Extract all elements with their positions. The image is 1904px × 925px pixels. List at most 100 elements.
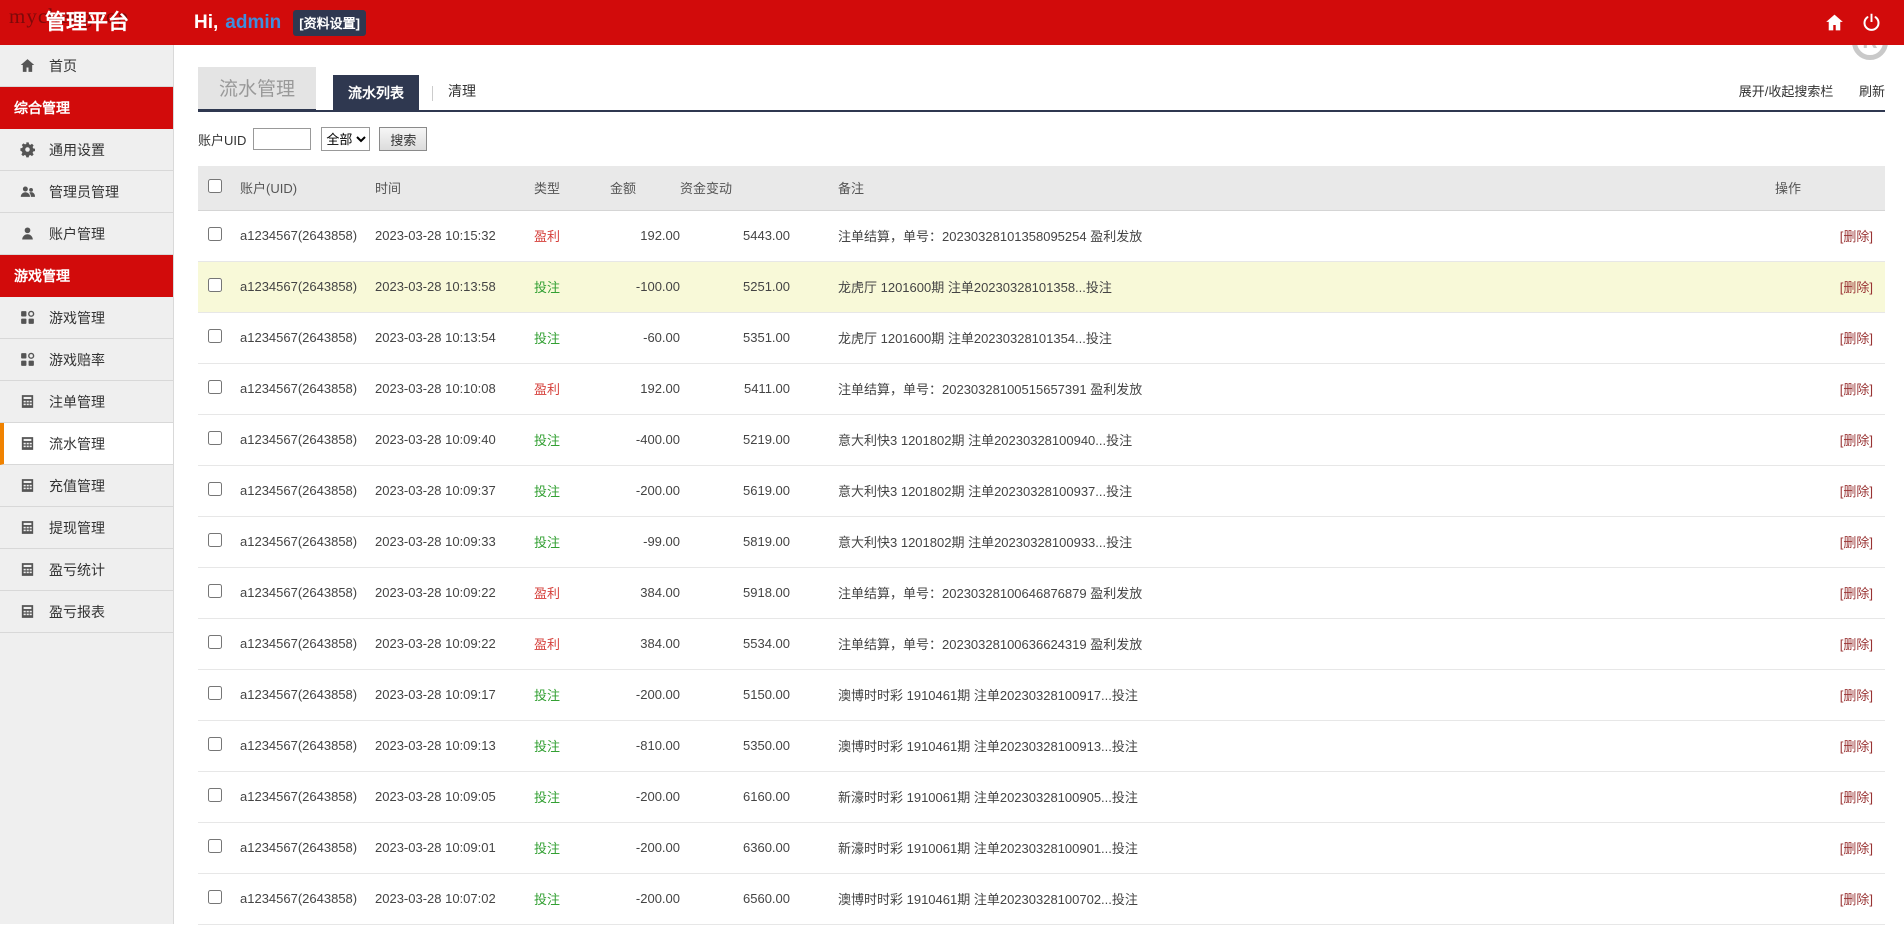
sidebar-item[interactable]: 充值管理 [0, 465, 173, 507]
cell-uid: a1234567(2643858) [240, 720, 375, 771]
row-checkbox[interactable] [208, 737, 222, 751]
sidebar-item-label: 首页 [49, 56, 77, 76]
profile-settings-button[interactable]: [资料设置] [293, 10, 366, 36]
row-checkbox[interactable] [208, 482, 222, 496]
cell-balance: 5351.00 [680, 312, 790, 363]
sidebar-item[interactable]: 账户管理 [0, 213, 173, 255]
tab-clean[interactable]: 清理 [446, 73, 478, 110]
cell-note: 澳博时时彩 1910461期 注单20230328100917...投注 [790, 669, 1775, 720]
cell-uid: a1234567(2643858) [240, 567, 375, 618]
cell-type: 投注 [520, 465, 610, 516]
sidebar-item[interactable]: 游戏管理 [0, 297, 173, 339]
brand-title: 管理平台 [0, 0, 174, 45]
table-row: a1234567(2643858) 2023-03-28 10:15:32 盈利… [198, 210, 1885, 261]
sidebar-item-label: 盈亏统计 [49, 560, 105, 580]
cell-amount: -200.00 [610, 669, 680, 720]
type-badge: 投注 [534, 433, 560, 448]
row-checkbox[interactable] [208, 380, 222, 394]
sidebar-item[interactable]: 提现管理 [0, 507, 173, 549]
delete-link[interactable]: [删除] [1840, 586, 1873, 601]
sidebar-item[interactable]: 盈亏统计 [0, 549, 173, 591]
delete-link[interactable]: [删除] [1840, 535, 1873, 550]
type-badge: 投注 [534, 892, 560, 907]
delete-link[interactable]: [删除] [1840, 841, 1873, 856]
home-icon[interactable] [1824, 12, 1845, 33]
sidebar-item[interactable]: 流水管理 [0, 423, 173, 465]
select-all-checkbox[interactable] [208, 179, 222, 193]
username-link[interactable]: admin [225, 12, 281, 34]
row-checkbox[interactable] [208, 533, 222, 547]
delete-link[interactable]: [删除] [1840, 280, 1873, 295]
cell-time: 2023-03-28 10:15:32 [375, 210, 520, 261]
row-checkbox[interactable] [208, 278, 222, 292]
table-row: a1234567(2643858) 2023-03-28 10:13:54 投注… [198, 312, 1885, 363]
row-checkbox[interactable] [208, 329, 222, 343]
table-row: a1234567(2643858) 2023-03-28 10:13:58 投注… [198, 261, 1885, 312]
sidebar-item-label: 注单管理 [49, 392, 105, 412]
delete-link[interactable]: [删除] [1840, 229, 1873, 244]
type-badge: 投注 [534, 841, 560, 856]
cell-uid: a1234567(2643858) [240, 822, 375, 873]
row-checkbox[interactable] [208, 788, 222, 802]
sidebar-item[interactable]: 注单管理 [0, 381, 173, 423]
row-checkbox[interactable] [208, 890, 222, 904]
uid-input[interactable] [253, 128, 311, 150]
delete-link[interactable]: [删除] [1840, 433, 1873, 448]
delete-link[interactable]: [删除] [1840, 739, 1873, 754]
delete-link[interactable]: [删除] [1840, 331, 1873, 346]
sidebar-item-label: 充值管理 [49, 476, 105, 496]
delete-link[interactable]: [删除] [1840, 637, 1873, 652]
cell-type: 投注 [520, 720, 610, 771]
header-actions [1824, 12, 1882, 33]
delete-link[interactable]: [删除] [1840, 484, 1873, 499]
search-button[interactable]: 搜索 [379, 127, 427, 151]
sidebar-item-label: 盈亏报表 [49, 602, 105, 622]
ledger-icon [19, 435, 36, 452]
cell-time: 2023-03-28 10:09:40 [375, 414, 520, 465]
cell-balance: 5534.00 [680, 618, 790, 669]
tab-flow-list[interactable]: 流水列表 [333, 75, 419, 112]
cell-uid: a1234567(2643858) [240, 363, 375, 414]
row-checkbox[interactable] [208, 227, 222, 241]
row-checkbox[interactable] [208, 686, 222, 700]
greeting-prefix: Hi, [194, 12, 218, 34]
cell-amount: -200.00 [610, 873, 680, 924]
cell-balance: 5819.00 [680, 516, 790, 567]
delete-link[interactable]: [删除] [1840, 688, 1873, 703]
delete-link[interactable]: [删除] [1840, 790, 1873, 805]
sidebar-item-label: 提现管理 [49, 518, 105, 538]
sidebar-item[interactable]: 游戏赔率 [0, 339, 173, 381]
page-title: 流水管理 [198, 67, 316, 112]
cell-amount: -200.00 [610, 771, 680, 822]
delete-link[interactable]: [删除] [1840, 382, 1873, 397]
type-select[interactable]: 全部 [321, 127, 370, 151]
cell-amount: 384.00 [610, 567, 680, 618]
type-badge: 投注 [534, 535, 560, 550]
col-header-balance: 资金变动 [680, 166, 790, 210]
cell-type: 投注 [520, 873, 610, 924]
search-bar: 账户UID 全部 搜索 [198, 125, 1885, 153]
power-icon[interactable] [1861, 12, 1882, 33]
cell-time: 2023-03-28 10:09:37 [375, 465, 520, 516]
row-checkbox[interactable] [208, 431, 222, 445]
sidebar-item[interactable]: 管理员管理 [0, 171, 173, 213]
table-row: a1234567(2643858) 2023-03-28 10:07:02 投注… [198, 873, 1885, 924]
col-header-type: 类型 [520, 166, 610, 210]
cell-amount: -400.00 [610, 414, 680, 465]
sidebar-item[interactable]: 首页 [0, 45, 173, 87]
grid-icon [19, 309, 36, 326]
sidebar: 首页综合管理通用设置管理员管理账户管理游戏管理游戏管理游戏赔率注单管理流水管理充… [0, 45, 174, 924]
toggle-search-link[interactable]: 展开/收起搜索栏 [1739, 84, 1834, 99]
cell-amount: 192.00 [610, 363, 680, 414]
sidebar-item[interactable]: 盈亏报表 [0, 591, 173, 633]
row-checkbox[interactable] [208, 584, 222, 598]
row-checkbox[interactable] [208, 635, 222, 649]
cell-uid: a1234567(2643858) [240, 465, 375, 516]
sidebar-item[interactable]: 通用设置 [0, 129, 173, 171]
cell-balance: 5219.00 [680, 414, 790, 465]
delete-link[interactable]: [删除] [1840, 892, 1873, 907]
cell-balance: 5918.00 [680, 567, 790, 618]
cell-note: 注单结算，单号：20230328100646876879 盈利发放 [790, 567, 1775, 618]
row-checkbox[interactable] [208, 839, 222, 853]
refresh-link[interactable]: 刷新 [1859, 84, 1885, 99]
